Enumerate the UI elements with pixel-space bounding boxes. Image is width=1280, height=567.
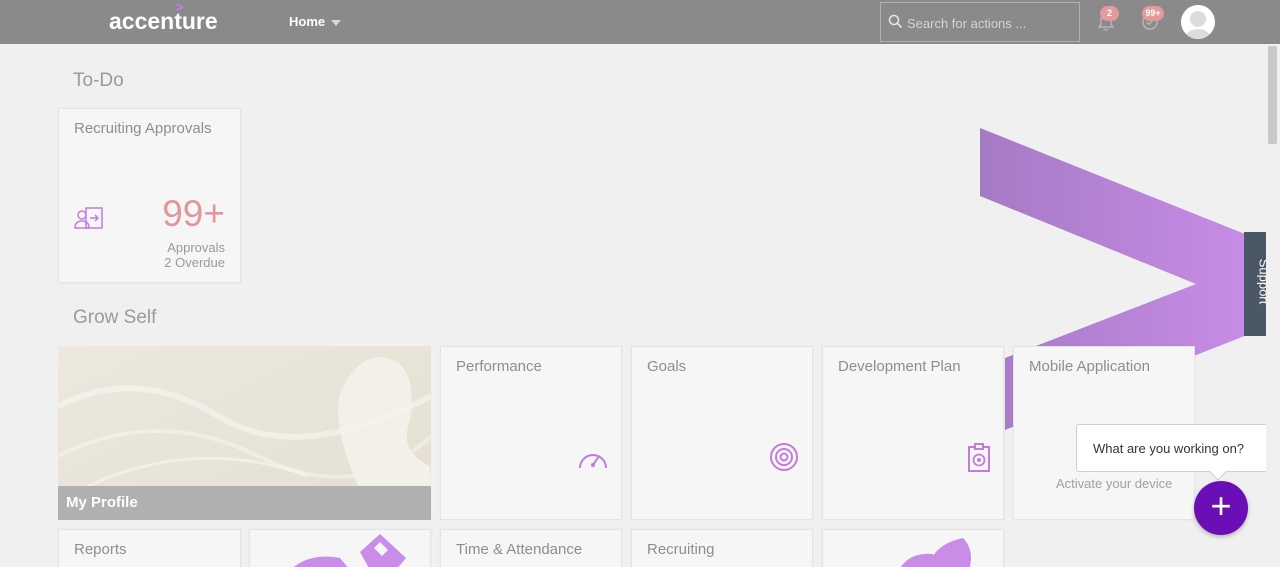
brand-graphic-icon	[293, 534, 406, 567]
sprout-graphic-icon	[900, 538, 971, 567]
tile-my-profile[interactable]: My Profile	[58, 346, 431, 520]
search-icon	[888, 14, 903, 29]
kpi-overdue: 2 Overdue	[164, 255, 225, 270]
tile-recruiting-approvals[interactable]: Recruiting Approvals 99+ Approvals 2 Ove…	[58, 108, 241, 283]
tile-performance[interactable]: Performance	[440, 346, 622, 520]
accenture-logo[interactable]: accenture >	[109, 0, 218, 35]
kpi-unit: Approvals	[167, 240, 225, 255]
tile-title: Performance	[456, 358, 542, 375]
tile-development-plan[interactable]: Development Plan	[822, 346, 1004, 520]
speedometer-icon	[579, 454, 607, 469]
section-title-grow-self: Grow Self	[73, 307, 157, 328]
target-icon	[770, 443, 798, 471]
my-profile-label: My Profile	[58, 486, 431, 520]
chevron-down-icon	[331, 19, 342, 26]
scroll-thumb[interactable]	[1268, 46, 1277, 144]
user-silhouette-icon	[1181, 5, 1215, 39]
home-menu-label: Home	[289, 14, 326, 29]
tile-recruiting[interactable]: Recruiting	[631, 529, 813, 567]
add-button[interactable]: +	[1194, 481, 1248, 535]
tile-learning[interactable]	[822, 529, 1004, 567]
chat-prompt-text: What are you working on?	[1093, 441, 1245, 456]
tile-title: Mobile Application	[1029, 358, 1150, 375]
user-approval-icon	[74, 207, 103, 229]
activate-device-text: Activate your device	[1056, 476, 1173, 491]
search-box[interactable]	[880, 2, 1080, 42]
avatar[interactable]	[1181, 5, 1215, 39]
top-bar: accenture > Home 2 99+	[0, 0, 1280, 44]
chat-prompt-bubble[interactable]: What are you working on?	[1076, 424, 1270, 472]
clipboard-target-icon	[968, 443, 990, 472]
tile-title: Goals	[647, 358, 687, 375]
tile-title: Reports	[74, 541, 127, 558]
tile-goals[interactable]: Goals	[631, 346, 813, 520]
home-menu-button[interactable]: Home	[289, 14, 342, 29]
logo-mark: >	[175, 0, 184, 16]
tile-image-link[interactable]	[249, 529, 431, 567]
notifications-badge: 2	[1100, 6, 1119, 21]
tile-title: Time & Attendance	[456, 541, 583, 558]
kpi-value: 99+	[162, 193, 225, 234]
tile-title: Development Plan	[838, 358, 961, 375]
scrollbar[interactable]	[1266, 44, 1280, 567]
tile-reports[interactable]: Reports	[58, 529, 241, 567]
search-input[interactable]	[907, 13, 1075, 33]
tile-title: Recruiting Approvals	[74, 120, 212, 137]
section-title-todo: To-Do	[73, 70, 124, 91]
tile-title: Recruiting	[647, 541, 715, 558]
tile-time-attendance[interactable]: Time & Attendance	[440, 529, 622, 567]
tasks-badge: 99+	[1142, 6, 1164, 21]
